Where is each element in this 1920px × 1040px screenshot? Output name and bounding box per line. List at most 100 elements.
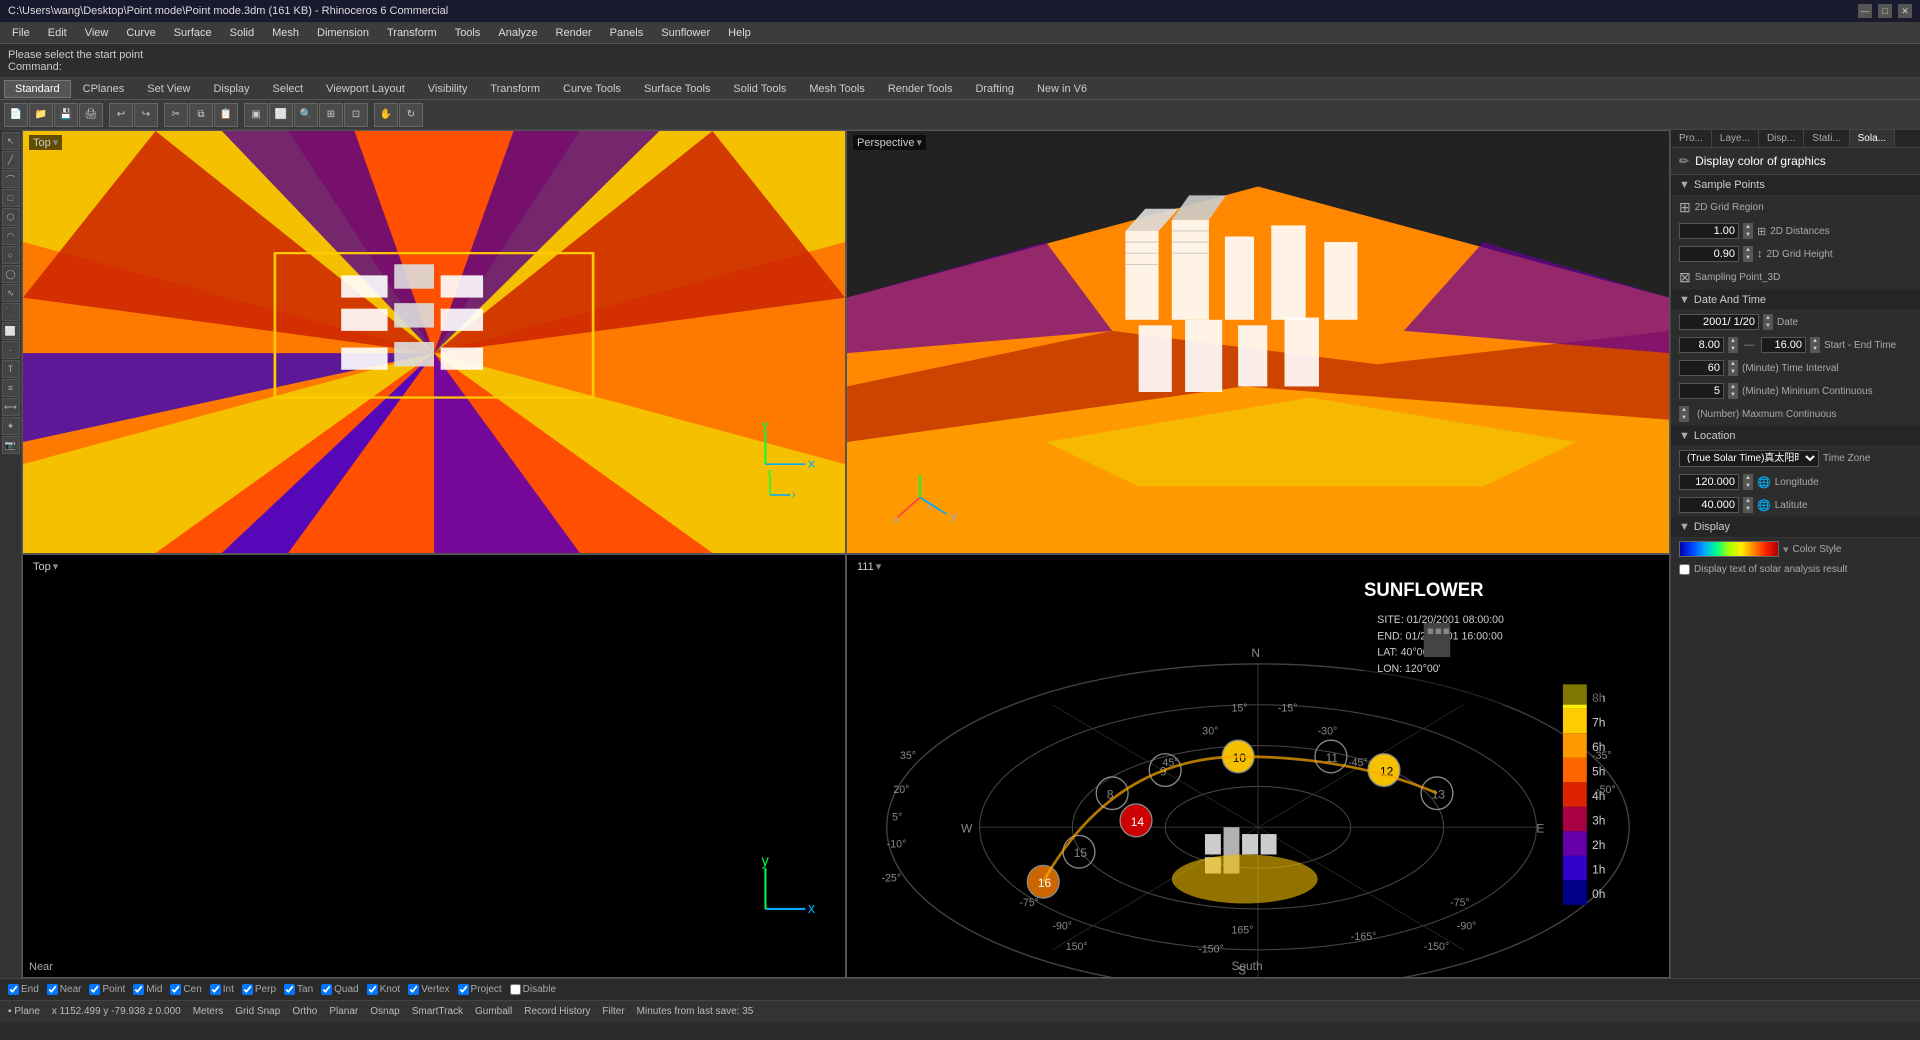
toolbar-zoom-ext[interactable]: ⊡ <box>344 103 368 127</box>
toolbar-save[interactable]: 💾 <box>54 103 78 127</box>
tab-visibility[interactable]: Visibility <box>417 80 479 98</box>
tool-rectangle[interactable]: □ <box>2 189 20 207</box>
tool-pointer[interactable]: ↖ <box>2 132 20 150</box>
show-text-checkbox[interactable] <box>1679 564 1690 575</box>
toolbar-paste[interactable]: 📋 <box>214 103 238 127</box>
snap-cen[interactable]: Cen <box>170 984 201 995</box>
grid-snap-toggle[interactable]: Grid Snap <box>235 1006 280 1017</box>
menu-solid[interactable]: Solid <box>222 25 262 41</box>
tool-arc[interactable]: ◠ <box>2 227 20 245</box>
viewport-bottom-left[interactable]: Top ▾ x y Near <box>22 554 846 978</box>
snap-vertex[interactable]: Vertex <box>408 984 449 995</box>
viewport-top-left[interactable]: Top ▾ <box>22 130 846 554</box>
section-location[interactable]: ▼ Location <box>1671 426 1920 447</box>
snap-point[interactable]: Point <box>89 984 125 995</box>
toolbar-undo[interactable]: ↩ <box>109 103 133 127</box>
maximize-button[interactable]: □ <box>1878 4 1892 18</box>
toolbar-select-all[interactable]: ▣ <box>244 103 268 127</box>
snap-knot[interactable]: Knot <box>367 984 401 995</box>
smart-track-toggle[interactable]: SmartTrack <box>412 1006 463 1017</box>
snap-end[interactable]: End <box>8 984 39 995</box>
distance-input[interactable] <box>1679 223 1739 239</box>
rpanel-tab-layers[interactable]: Laye... <box>1712 130 1759 147</box>
distance-up[interactable]: ▲ <box>1743 223 1753 231</box>
menu-sunflower[interactable]: Sunflower <box>653 25 718 41</box>
viewport-perspective[interactable]: Perspective ▾ <box>846 130 1670 554</box>
tab-curve-tools[interactable]: Curve Tools <box>552 80 632 98</box>
toolbar-redo[interactable]: ↪ <box>134 103 158 127</box>
tab-display[interactable]: Display <box>202 80 260 98</box>
snap-near[interactable]: Near <box>47 984 82 995</box>
planar-toggle[interactable]: Planar <box>329 1006 358 1017</box>
record-history-toggle[interactable]: Record History <box>524 1006 590 1017</box>
toolbar-zoom-window[interactable]: ⊞ <box>319 103 343 127</box>
tool-point[interactable]: · <box>2 341 20 359</box>
toolbar-pan[interactable]: ✋ <box>374 103 398 127</box>
distance-down[interactable]: ▼ <box>1743 231 1753 239</box>
end-time-up[interactable]: ▲ <box>1810 337 1820 345</box>
viewport-top-dropdown[interactable]: ▾ <box>53 136 59 149</box>
tab-surface-tools[interactable]: Surface Tools <box>633 80 721 98</box>
snap-int[interactable]: Int <box>210 984 234 995</box>
toolbar-open[interactable]: 📁 <box>29 103 53 127</box>
menu-tools[interactable]: Tools <box>447 25 489 41</box>
start-time-input[interactable] <box>1679 337 1724 353</box>
interval-input[interactable] <box>1679 360 1724 376</box>
tool-extrude[interactable]: ⬜ <box>2 322 20 340</box>
interval-up[interactable]: ▲ <box>1728 360 1738 368</box>
color-gradient-bar[interactable] <box>1679 541 1779 557</box>
section-date-time[interactable]: ▼ Date And Time <box>1671 290 1920 311</box>
tool-ellipse[interactable]: ◯ <box>2 265 20 283</box>
tool-line[interactable]: ╱ <box>2 151 20 169</box>
start-time-down[interactable]: ▼ <box>1728 345 1738 353</box>
min-cont-input[interactable] <box>1679 383 1724 399</box>
min-cont-down[interactable]: ▼ <box>1728 391 1738 399</box>
start-time-up[interactable]: ▲ <box>1728 337 1738 345</box>
menu-help[interactable]: Help <box>720 25 759 41</box>
date-down[interactable]: ▼ <box>1763 322 1773 330</box>
viewport-bottom-left-dropdown[interactable]: ▾ <box>53 560 59 573</box>
filter-button[interactable]: Filter <box>602 1006 624 1017</box>
section-display[interactable]: ▼ Display <box>1671 517 1920 538</box>
tab-mesh-tools[interactable]: Mesh Tools <box>798 80 875 98</box>
menu-edit[interactable]: Edit <box>40 25 75 41</box>
menu-dimension[interactable]: Dimension <box>309 25 377 41</box>
snap-project[interactable]: Project <box>458 984 502 995</box>
latitude-down[interactable]: ▼ <box>1743 505 1753 513</box>
menu-surface[interactable]: Surface <box>166 25 220 41</box>
latitude-up[interactable]: ▲ <box>1743 497 1753 505</box>
toolbar-window-select[interactable]: ⬜ <box>269 103 293 127</box>
tab-standard[interactable]: Standard <box>4 80 71 98</box>
rpanel-tab-properties[interactable]: Pro... <box>1671 130 1712 147</box>
timezone-select[interactable]: (True Solar Time)真太阳时 <box>1679 450 1819 467</box>
tab-drafting[interactable]: Drafting <box>964 80 1025 98</box>
rpanel-tab-solar[interactable]: Sola... <box>1850 130 1895 147</box>
viewport-solar-diagram[interactable]: 111 ▾ N S W E 45° <box>846 554 1670 978</box>
toolbar-copy[interactable]: ⧉ <box>189 103 213 127</box>
interval-down[interactable]: ▼ <box>1728 368 1738 376</box>
tab-new-v6[interactable]: New in V6 <box>1026 80 1098 98</box>
rpanel-tab-display[interactable]: Disp... <box>1759 130 1804 147</box>
max-cont-up[interactable]: ▲ <box>1679 406 1689 414</box>
snap-mid[interactable]: Mid <box>133 984 162 995</box>
tool-polygon[interactable]: ⬡ <box>2 208 20 226</box>
tool-curve[interactable]: ∿ <box>2 284 20 302</box>
tab-transform[interactable]: Transform <box>479 80 551 98</box>
longitude-up[interactable]: ▲ <box>1743 474 1753 482</box>
menu-panels[interactable]: Panels <box>602 25 652 41</box>
tab-cplanes[interactable]: CPlanes <box>72 80 136 98</box>
end-time-down[interactable]: ▼ <box>1810 345 1820 353</box>
height-down[interactable]: ▼ <box>1743 254 1753 262</box>
tool-snap[interactable]: ✦ <box>2 417 20 435</box>
toolbar-rotate[interactable]: ↻ <box>399 103 423 127</box>
tab-viewport-layout[interactable]: Viewport Layout <box>315 80 416 98</box>
section-sample-points[interactable]: ▼ Sample Points <box>1671 175 1920 196</box>
tab-render-tools[interactable]: Render Tools <box>877 80 964 98</box>
tab-setview[interactable]: Set View <box>136 80 201 98</box>
snap-disable[interactable]: Disable <box>510 984 556 995</box>
longitude-down[interactable]: ▼ <box>1743 482 1753 490</box>
date-input[interactable] <box>1679 314 1759 330</box>
snap-tan[interactable]: Tan <box>284 984 313 995</box>
date-up[interactable]: ▲ <box>1763 314 1773 322</box>
viewport-solar-dropdown[interactable]: ▾ <box>876 560 882 573</box>
